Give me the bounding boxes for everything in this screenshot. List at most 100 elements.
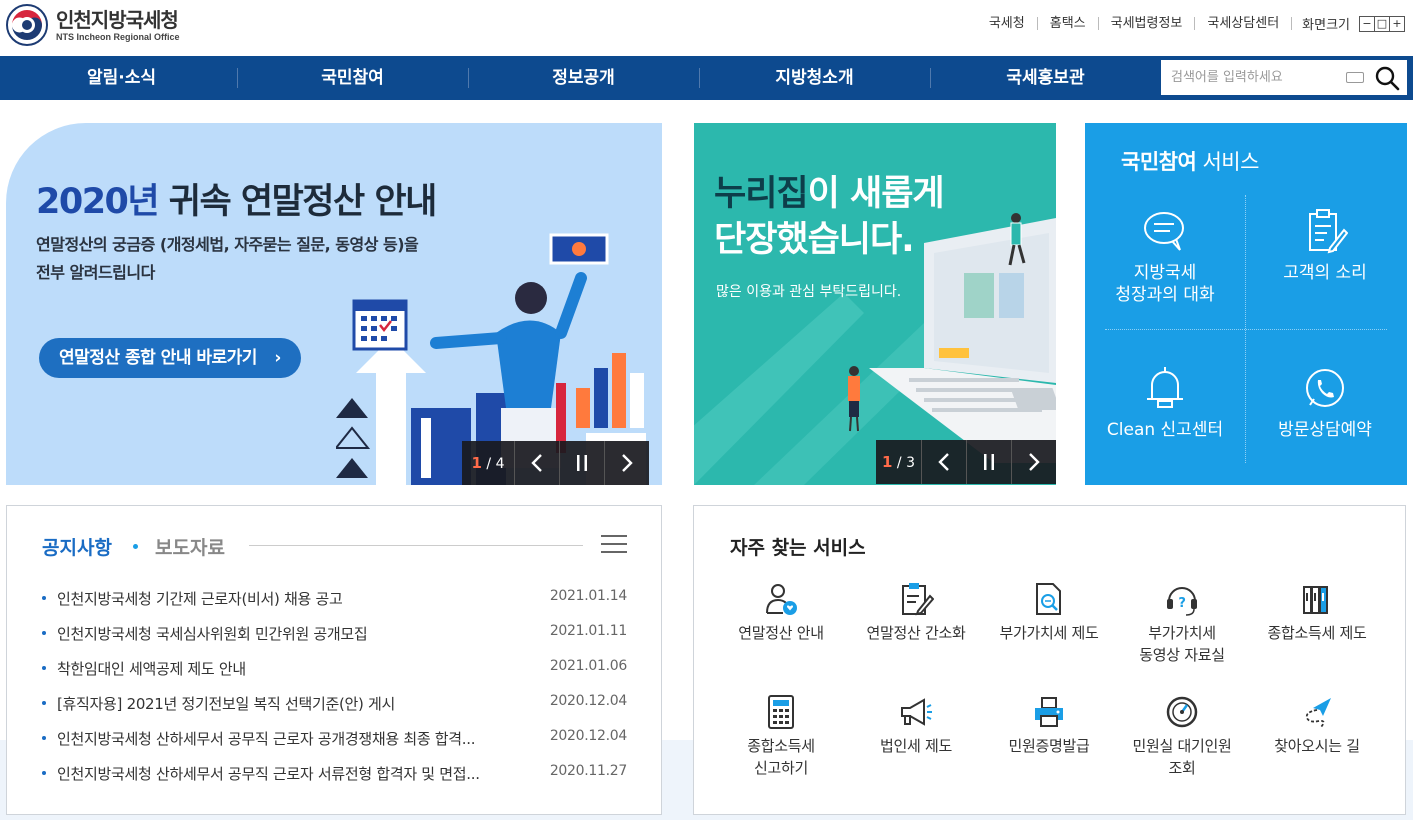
tab-press-releases[interactable]: 보도자료 <box>155 533 225 560</box>
headset-help-icon: ? <box>1167 587 1197 616</box>
renewal-banner-pause-button[interactable] <box>966 440 1011 484</box>
bell-icon <box>1147 367 1183 408</box>
speech-bubble-icon <box>1144 212 1184 251</box>
website-renewal-banner[interactable]: 누리집이 새롭게 단장했습니다. 많은 이용과 관심 부탁드립니다. 1 / 3 <box>694 123 1056 485</box>
util-link-tax-law[interactable]: 국세법령정보 <box>1099 17 1196 30</box>
main-banner-title: 2020년 귀속 연말정산 안내 <box>36 173 437 224</box>
service-year-end-simplified[interactable]: 연말정산 간소화 <box>851 581 981 644</box>
chevron-left-icon <box>531 454 542 472</box>
main-banner-title-rest: 귀속 연말정산 안내 <box>158 182 437 222</box>
service-commissioner-label-1: 지방국세 <box>1133 263 1197 283</box>
zoom-reset-button[interactable]: □ <box>1374 15 1390 32</box>
service-customer-voice[interactable]: 고객의 소리 <box>1255 208 1395 284</box>
renewal-banner-prev-button[interactable] <box>921 440 966 484</box>
megaphone-icon <box>901 698 932 726</box>
calculator-icon <box>768 695 794 729</box>
nav-item-disclosure[interactable]: 정보공개 <box>468 56 699 100</box>
main-banner[interactable]: 2020년 귀속 연말정산 안내 연말정산의 궁금증 (개정세법, 자주묻는 질… <box>6 123 662 485</box>
service-clean-report-center[interactable]: Clean 신고센터 <box>1095 365 1235 441</box>
service-directions[interactable]: 찾아오시는 길 <box>1252 694 1382 757</box>
notice-item[interactable]: 인천지방국세청 산하세무서 공무직 근로자 공개경쟁채용 최종 합격... 202… <box>42 728 627 763</box>
gauge-icon <box>1166 696 1198 728</box>
service-income-tax-filing[interactable]: 종합소득세 신고하기 <box>716 694 846 779</box>
service-year-end-simplified-label: 연말정산 간소화 <box>866 624 966 642</box>
notice-title: 인천지방국세청 산하세무서 공무직 근로자 공개경쟁채용 최종 합격... <box>57 730 476 748</box>
person-heart-icon <box>766 584 797 615</box>
service-box-title: 국민참여 서비스 <box>1121 146 1259 176</box>
utility-links: 국세청 홈택스 국세법령정보 국세상담센터 화면크기 − □ + <box>977 14 1405 33</box>
taegeuk-logo-icon <box>6 4 48 46</box>
service-commissioner-label-2: 청장과의 대화 <box>1115 285 1215 305</box>
chevron-right-icon: › <box>274 348 281 368</box>
chevron-right-icon <box>622 454 633 472</box>
notice-item[interactable]: 인천지방국세청 기간제 근로자(비서) 채용 공고 2021.01.14 <box>42 588 627 623</box>
main-banner-prev-button[interactable] <box>514 441 559 485</box>
notice-item[interactable]: [휴직자용] 2021년 정기전보일 복직 선택기준(안) 게시 2020.12.… <box>42 693 627 728</box>
divider <box>1105 329 1387 330</box>
bullet <box>42 701 46 705</box>
notice-panel: 공지사항 보도자료 인천지방국세청 기간제 근로자(비서) 채용 공고 2021.… <box>6 505 662 815</box>
service-vat-video-library[interactable]: ? 부가가치세 동영상 자료실 <box>1117 581 1247 666</box>
nav-item-news[interactable]: 알림·소식 <box>6 56 237 100</box>
notice-item[interactable]: 인천지방국세청 국세심사위원회 민간위원 공개모집 2021.01.11 <box>42 623 627 658</box>
main-banner-next-button[interactable] <box>604 441 649 485</box>
tab-notices[interactable]: 공지사항 <box>42 533 112 560</box>
zoom-out-button[interactable]: − <box>1359 15 1375 32</box>
service-year-end-guide[interactable]: 연말정산 안내 <box>716 581 846 644</box>
renewal-title-highlight: 누리집 <box>714 174 809 214</box>
service-income-tax-system[interactable]: 종합소득세 제도 <box>1252 581 1382 644</box>
notice-item[interactable]: 인천지방국세청 산하세무서 공무직 근로자 서류전형 합격자 및 면접... 20… <box>42 763 627 798</box>
renewal-banner-next-button[interactable] <box>1011 440 1056 484</box>
divider <box>249 545 583 546</box>
bullet <box>42 666 46 670</box>
nav-item-participation[interactable]: 국민참여 <box>237 56 468 100</box>
header: 인천지방국세청 NTS Incheon Regional Office 국세청 … <box>0 0 1413 56</box>
renewal-banner-slider-controls: 1 / 3 <box>876 440 1056 484</box>
main-banner-page-total: / 4 <box>486 456 505 472</box>
service-vat-system[interactable]: 부가가치세 제도 <box>984 581 1114 644</box>
service-box-title-bold: 국민참여 <box>1121 150 1197 174</box>
service-visit-reservation[interactable]: 방문상담예약 <box>1255 365 1395 441</box>
util-link-nts[interactable]: 국세청 <box>977 17 1038 30</box>
service-corporate-tax[interactable]: 법인세 제도 <box>851 694 981 757</box>
service-vat-video-label-1: 부가가치세 <box>1148 624 1216 642</box>
search-input[interactable] <box>1161 60 1341 95</box>
bullet <box>42 631 46 635</box>
notice-item[interactable]: 착한임대인 세액공제 제도 안내 2021.01.06 <box>42 658 627 693</box>
svg-text:?: ? <box>1178 596 1185 611</box>
site-logo[interactable]: 인천지방국세청 NTS Incheon Regional Office <box>6 4 180 46</box>
notice-title: 인천지방국세청 산하세무서 공무직 근로자 서류전형 합격자 및 면접... <box>57 765 480 783</box>
service-customer-voice-label: 고객의 소리 <box>1283 263 1367 283</box>
hamburger-menu-icon[interactable] <box>601 533 627 555</box>
main-banner-page-indicator: 1 / 4 <box>462 441 514 485</box>
main-banner-pause-button[interactable] <box>559 441 604 485</box>
zoom-in-button[interactable]: + <box>1389 15 1405 32</box>
keyboard-icon[interactable] <box>1346 72 1364 83</box>
pause-icon <box>577 455 587 471</box>
search-icon[interactable] <box>1373 64 1401 92</box>
chevron-left-icon <box>938 453 949 471</box>
notice-title: 인천지방국세청 기간제 근로자(비서) 채용 공고 <box>57 590 343 608</box>
util-link-hometax[interactable]: 홈택스 <box>1038 17 1099 30</box>
nav-item-promotion[interactable]: 국세홍보관 <box>930 56 1161 100</box>
zoom-controls: − □ + <box>1359 15 1405 32</box>
service-income-tax-filing-label-2: 신고하기 <box>753 759 808 777</box>
service-waiting-count-label-1: 민원실 대기인원 <box>1132 737 1232 755</box>
service-certificate-issuance-label: 민원증명발급 <box>1008 737 1090 755</box>
service-certificate-issuance[interactable]: 민원증명발급 <box>984 694 1114 757</box>
service-directions-label: 찾아오시는 길 <box>1274 737 1360 755</box>
nav-item-about[interactable]: 지방청소개 <box>699 56 930 100</box>
renewal-title-line2: 단장했습니다. <box>714 220 914 260</box>
service-income-tax-filing-label-1: 종합소득세 <box>747 737 815 755</box>
notice-date: 2021.01.11 <box>549 623 627 639</box>
notice-list: 인천지방국세청 기간제 근로자(비서) 채용 공고 2021.01.14 인천지방… <box>42 588 627 798</box>
notice-date: 2021.01.06 <box>549 658 627 674</box>
service-waiting-count[interactable]: 민원실 대기인원 조회 <box>1117 694 1247 779</box>
util-link-tax-consult[interactable]: 국세상담센터 <box>1195 17 1293 30</box>
renewal-banner-title: 누리집이 새롭게 단장했습니다. <box>714 171 945 263</box>
service-commissioner-dialogue[interactable]: 지방국세 청장과의 대화 <box>1095 208 1235 306</box>
year-end-guide-button[interactable]: 연말정산 종합 안내 바로가기 › <box>39 338 301 378</box>
printer-icon <box>1035 697 1063 727</box>
service-income-tax-system-label: 종합소득세 제도 <box>1267 624 1367 642</box>
main-banner-title-year: 2020년 <box>36 182 160 222</box>
